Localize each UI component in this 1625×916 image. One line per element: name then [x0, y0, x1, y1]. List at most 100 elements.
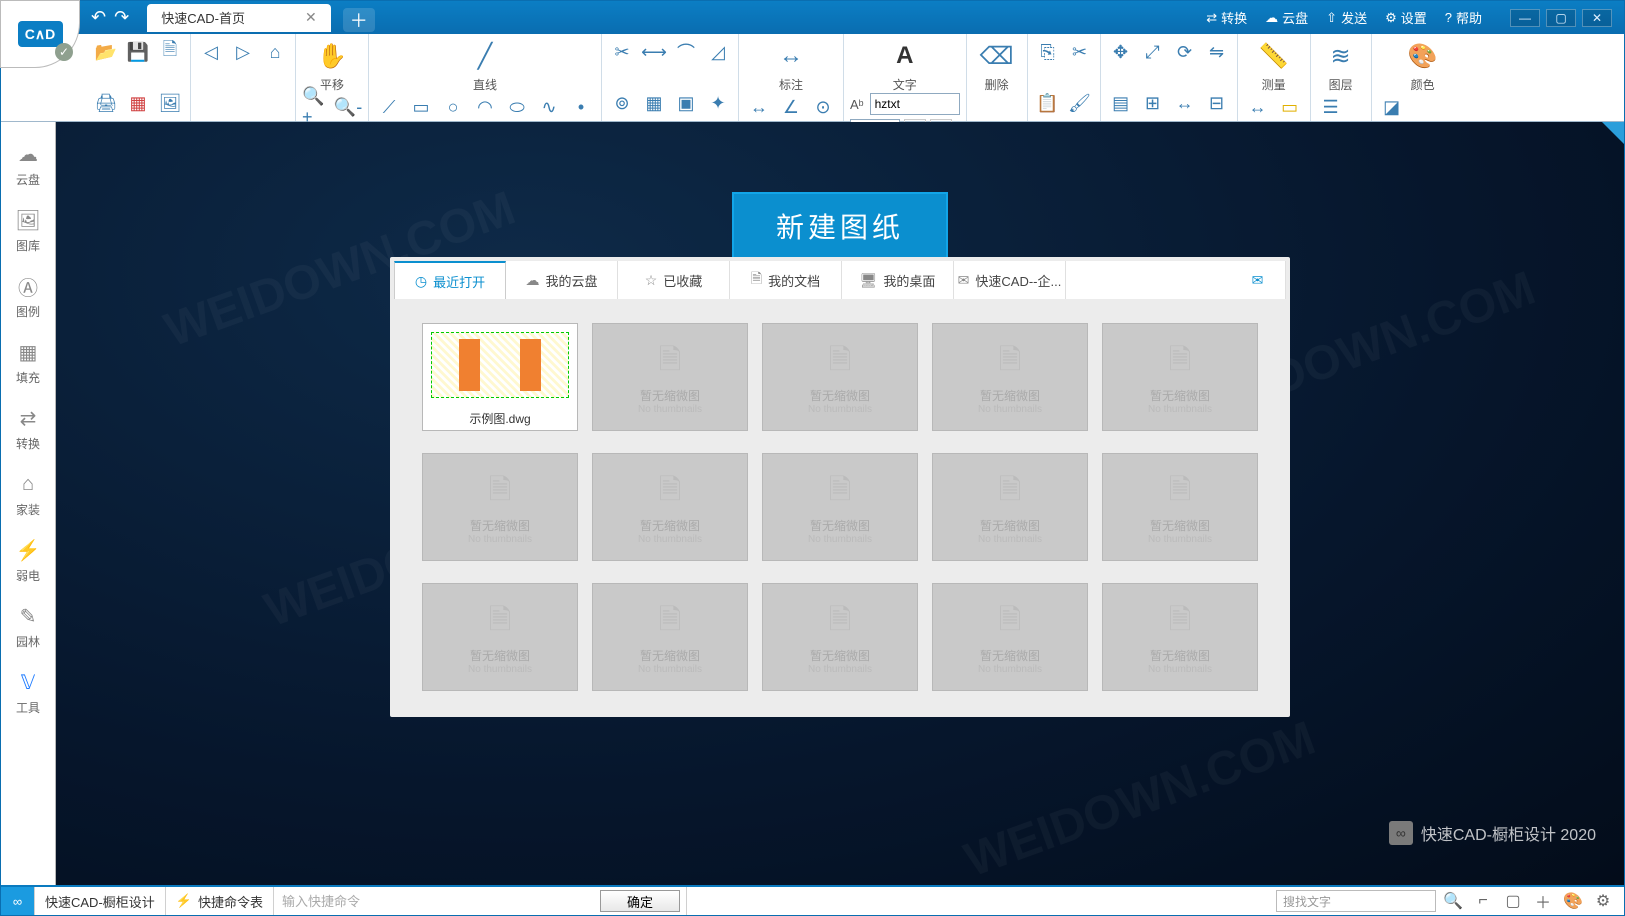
zoom-out-icon[interactable]: 🔍- [334, 93, 362, 121]
menu-settings[interactable]: ⚙设置 [1385, 8, 1427, 27]
scale-icon[interactable]: ⤢ [1139, 38, 1167, 66]
file-thumbnail[interactable]: 示例图.dwg [422, 323, 578, 431]
rect-icon[interactable]: ▭ [407, 93, 435, 121]
extend-icon[interactable]: ⟷ [640, 38, 668, 66]
align-icon[interactable]: ▤ [1107, 89, 1135, 117]
fillet-icon[interactable]: ⌒ [672, 38, 700, 66]
tab-recent[interactable]: ◷最近打开 [394, 261, 506, 299]
home-icon[interactable]: ⌂ [261, 38, 289, 66]
empty-thumbnail[interactable]: 🗎暂无缩微图No thumbnails [422, 583, 578, 691]
status-logo[interactable]: ∞ [1, 887, 35, 915]
mirror-icon[interactable]: ⇋ [1203, 38, 1231, 66]
tab-mail[interactable]: ✉ [1230, 261, 1286, 299]
new-drawing-button[interactable]: 新建图纸 [732, 192, 948, 260]
minimize-button[interactable]: — [1510, 9, 1540, 27]
empty-thumbnail[interactable]: 🗎暂无缩微图No thumbnails [762, 323, 918, 431]
print-icon[interactable]: 🖨 [92, 89, 120, 117]
tab-mydocs[interactable]: 🗎我的文档 [730, 261, 842, 299]
zoom-in-icon[interactable]: 🔍+ [302, 93, 330, 121]
paste-icon[interactable]: 📋 [1034, 89, 1062, 117]
color-tool[interactable]: 🎨 颜色 [1378, 38, 1468, 93]
pan-tool[interactable]: ✋ 平移 [302, 38, 362, 93]
empty-thumbnail[interactable]: 🗎暂无缩微图No thumbnails [1102, 453, 1258, 561]
rotate-icon[interactable]: ⟳ [1171, 38, 1199, 66]
chamfer-icon[interactable]: ◿ [704, 38, 732, 66]
undo-arrow-icon[interactable]: ↶ [91, 7, 106, 28]
empty-thumbnail[interactable]: 🗎暂无缩微图No thumbnails [422, 453, 578, 561]
block-icon[interactable]: ▣ [672, 89, 700, 117]
line-tool[interactable]: ╱ 直线 [375, 38, 595, 93]
empty-thumbnail[interactable]: 🗎暂无缩微图No thumbnails [592, 453, 748, 561]
sidebar-item-home-decor[interactable]: ⌂家装 [14, 470, 42, 518]
bylayer-icon[interactable]: ◪ [1378, 93, 1406, 121]
dim-radius-icon[interactable]: ⊙ [809, 93, 837, 121]
hatch-icon[interactable]: ▦ [640, 89, 668, 117]
explode-icon[interactable]: ✦ [704, 89, 732, 117]
add-tab-button[interactable]: ＋ [343, 8, 375, 32]
layer-list-icon[interactable]: ☰ [1317, 93, 1345, 121]
document-tab[interactable]: 快速CAD-首页 ✕ [147, 4, 331, 32]
search-text-input[interactable]: 搜找文字 [1276, 890, 1436, 912]
empty-thumbnail[interactable]: 🗎暂无缩微图No thumbnails [592, 323, 748, 431]
empty-thumbnail[interactable]: 🗎暂无缩微图No thumbnails [1102, 323, 1258, 431]
empty-thumbnail[interactable]: 🗎暂无缩微图No thumbnails [1102, 583, 1258, 691]
dim-linear-icon[interactable]: ↔ [745, 93, 773, 121]
trim-icon[interactable]: ✂ [608, 38, 636, 66]
forward-icon[interactable]: ▷ [229, 38, 257, 66]
open-folder-icon[interactable]: 📂 [92, 38, 120, 66]
menu-help[interactable]: ?帮助 [1445, 8, 1482, 27]
break-icon[interactable]: ⊟ [1203, 89, 1231, 117]
export-pdf-icon[interactable]: ▦ [124, 89, 152, 117]
ellipse-icon[interactable]: ⬭ [503, 93, 531, 121]
measure-area-icon[interactable]: ▭ [1276, 93, 1304, 121]
empty-thumbnail[interactable]: 🗎暂无缩微图No thumbnails [762, 453, 918, 561]
move-icon[interactable]: ✥ [1107, 38, 1135, 66]
empty-thumbnail[interactable]: 🗎暂无缩微图No thumbnails [762, 583, 918, 691]
ucs-icon[interactable]: ⌐ [1470, 888, 1496, 914]
menu-convert[interactable]: ⇄转换 [1206, 8, 1247, 27]
save-icon[interactable]: 💾 [124, 38, 152, 66]
corner-fold-icon[interactable] [1602, 122, 1624, 144]
sidebar-item-garden[interactable]: ✎园林 [14, 602, 42, 650]
app-logo[interactable]: C∧D ✓ [0, 0, 80, 68]
menu-send[interactable]: ⇧发送 [1326, 8, 1367, 27]
copy-icon[interactable]: ⎘ [1034, 38, 1062, 66]
empty-thumbnail[interactable]: 🗎暂无缩微图No thumbnails [592, 583, 748, 691]
format-painter-icon[interactable]: 🖌 [1066, 89, 1094, 117]
shortcut-table-button[interactable]: ⚡快捷命令表 [166, 887, 274, 915]
sidebar-item-convert[interactable]: ⇄转换 [14, 404, 42, 452]
search-icon[interactable]: 🔍 [1440, 888, 1466, 914]
back-icon[interactable]: ◁ [197, 38, 225, 66]
empty-thumbnail[interactable]: 🗎暂无缩微图No thumbnails [932, 323, 1088, 431]
dim-angular-icon[interactable]: ∠ [777, 93, 805, 121]
arc-icon[interactable]: ◠ [471, 93, 499, 121]
measure-dist-icon[interactable]: ↔ [1244, 93, 1272, 121]
layer-tool[interactable]: ≋ 图层 [1317, 38, 1365, 93]
circle-icon[interactable]: ○ [439, 93, 467, 121]
polyline-icon[interactable]: ⟋ [375, 93, 403, 121]
sidebar-item-gallery[interactable]: 🖼图库 [14, 206, 42, 254]
close-button[interactable]: ✕ [1582, 9, 1612, 27]
empty-thumbnail[interactable]: 🗎暂无缩微图No thumbnails [932, 583, 1088, 691]
tab-enterprise[interactable]: ✉快速CAD--企... [954, 261, 1066, 299]
dimension-tool[interactable]: ↔ 标注 [745, 38, 837, 93]
sidebar-item-legend[interactable]: Ⓐ图例 [14, 272, 42, 320]
settings-gear-icon[interactable]: ⚙ [1590, 888, 1616, 914]
point-icon[interactable]: • [567, 93, 595, 121]
redo-arrow-icon[interactable]: ↷ [114, 7, 129, 28]
empty-thumbnail[interactable]: 🗎暂无缩微图No thumbnails [932, 453, 1088, 561]
stretch-icon[interactable]: ↔ [1171, 89, 1199, 117]
sidebar-item-fill[interactable]: ▦填充 [14, 338, 42, 386]
array-icon[interactable]: ⊞ [1139, 89, 1167, 117]
confirm-button[interactable]: 确定 [600, 890, 680, 912]
maximize-button[interactable]: ▢ [1546, 9, 1576, 27]
measure-tool[interactable]: 📏 测量 [1244, 38, 1304, 93]
tab-close-icon[interactable]: ✕ [305, 9, 317, 26]
menu-cloud[interactable]: ☁云盘 [1265, 8, 1308, 27]
tab-mycloud[interactable]: ☁我的云盘 [506, 261, 618, 299]
delete-tool[interactable]: ⌫ 删除 [973, 38, 1021, 93]
offset-icon[interactable]: ⊚ [608, 89, 636, 117]
tab-favorites[interactable]: ☆已收藏 [618, 261, 730, 299]
tab-desktop[interactable]: 🖥我的桌面 [842, 261, 954, 299]
command-input[interactable] [274, 887, 594, 915]
